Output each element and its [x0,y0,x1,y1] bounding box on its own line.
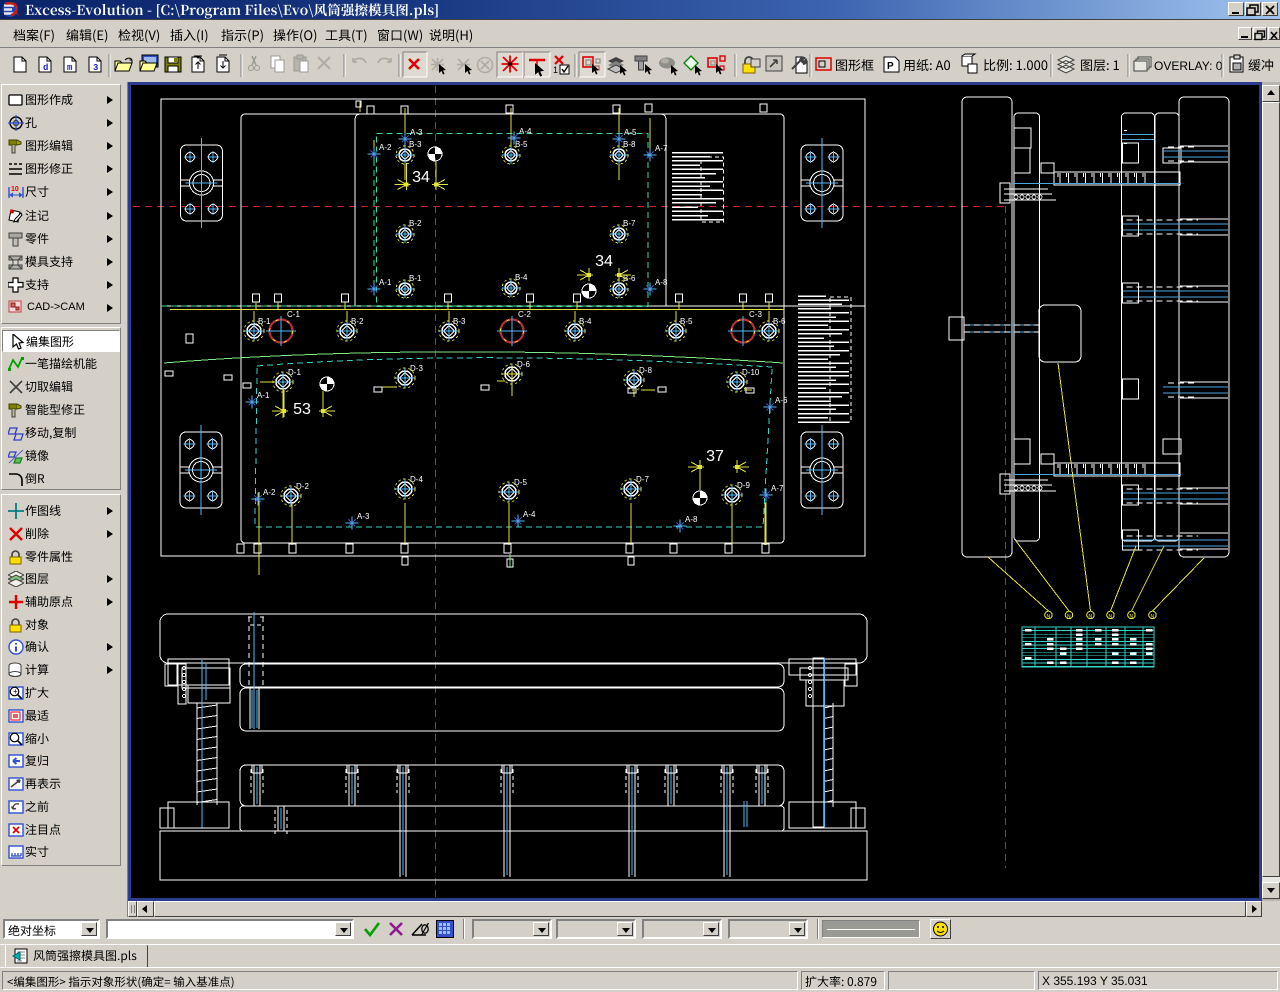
svg-text:C-2: C-2 [518,310,531,319]
svg-text:37: 37 [706,448,724,465]
svg-text:m: m [67,63,73,73]
svg-text:C-3: C-3 [749,310,762,319]
svg-text:B-4: B-4 [579,317,592,326]
svg-text:B-6: B-6 [773,317,786,326]
svg-text:A-3: A-3 [410,128,423,137]
svg-text:N: N [1089,614,1093,620]
svg-text:D-4: D-4 [410,475,423,484]
svg-text:D-9: D-9 [737,481,750,490]
svg-text:B-3: B-3 [453,317,466,326]
svg-text:34: 34 [412,169,430,186]
svg-text:D-1: D-1 [288,368,301,377]
svg-text:A-4: A-4 [523,510,536,519]
svg-text:N: N [1151,614,1155,620]
svg-text:A-3: A-3 [357,512,370,521]
svg-text:A-7: A-7 [655,144,668,153]
svg-text:D-10: D-10 [742,368,760,377]
svg-text:53: 53 [293,401,311,418]
svg-text:B-4: B-4 [515,273,528,282]
svg-text:D-8: D-8 [639,366,652,375]
svg-text:B-7: B-7 [623,219,636,228]
svg-text:A-4: A-4 [519,127,532,136]
svg-text:B-2: B-2 [409,219,422,228]
svg-text:D-5: D-5 [514,478,527,487]
svg-text:D-6: D-6 [517,360,530,369]
svg-text:N: N [1047,614,1051,620]
svg-text:B-1: B-1 [258,317,271,326]
svg-text:P: P [887,61,894,72]
svg-text:B-2: B-2 [351,317,364,326]
svg-text:B-1: B-1 [409,274,422,283]
svg-text:OVERLAY: 0: OVERLAY: 0 [1154,59,1223,73]
svg-text:A-6: A-6 [775,396,788,405]
svg-text:d: d [43,63,48,73]
svg-text:A-7: A-7 [771,484,784,493]
svg-text:B-3: B-3 [409,140,422,149]
svg-text:A-1: A-1 [379,278,392,287]
svg-text:34: 34 [595,253,613,270]
svg-text:N: N [1130,614,1134,620]
svg-text:A-8: A-8 [655,278,668,287]
svg-text:1: 1 [553,65,558,75]
svg-text:N: N [1109,614,1113,620]
svg-text:A-2: A-2 [263,488,276,497]
svg-text:A-8: A-8 [685,515,698,524]
svg-text:N: N [1067,614,1071,620]
svg-text:A-5: A-5 [624,128,637,137]
svg-text:+: + [13,687,18,696]
svg-text:A-1: A-1 [257,391,270,400]
svg-text:D-3: D-3 [410,364,423,373]
svg-text:A-2: A-2 [379,143,392,152]
svg-text:3: 3 [93,63,98,73]
svg-text:D-2: D-2 [296,482,309,491]
svg-text:D-7: D-7 [636,475,649,484]
svg-text:C-1: C-1 [287,310,300,319]
svg-text:B-8: B-8 [623,140,636,149]
svg-text:B-5: B-5 [680,317,693,326]
